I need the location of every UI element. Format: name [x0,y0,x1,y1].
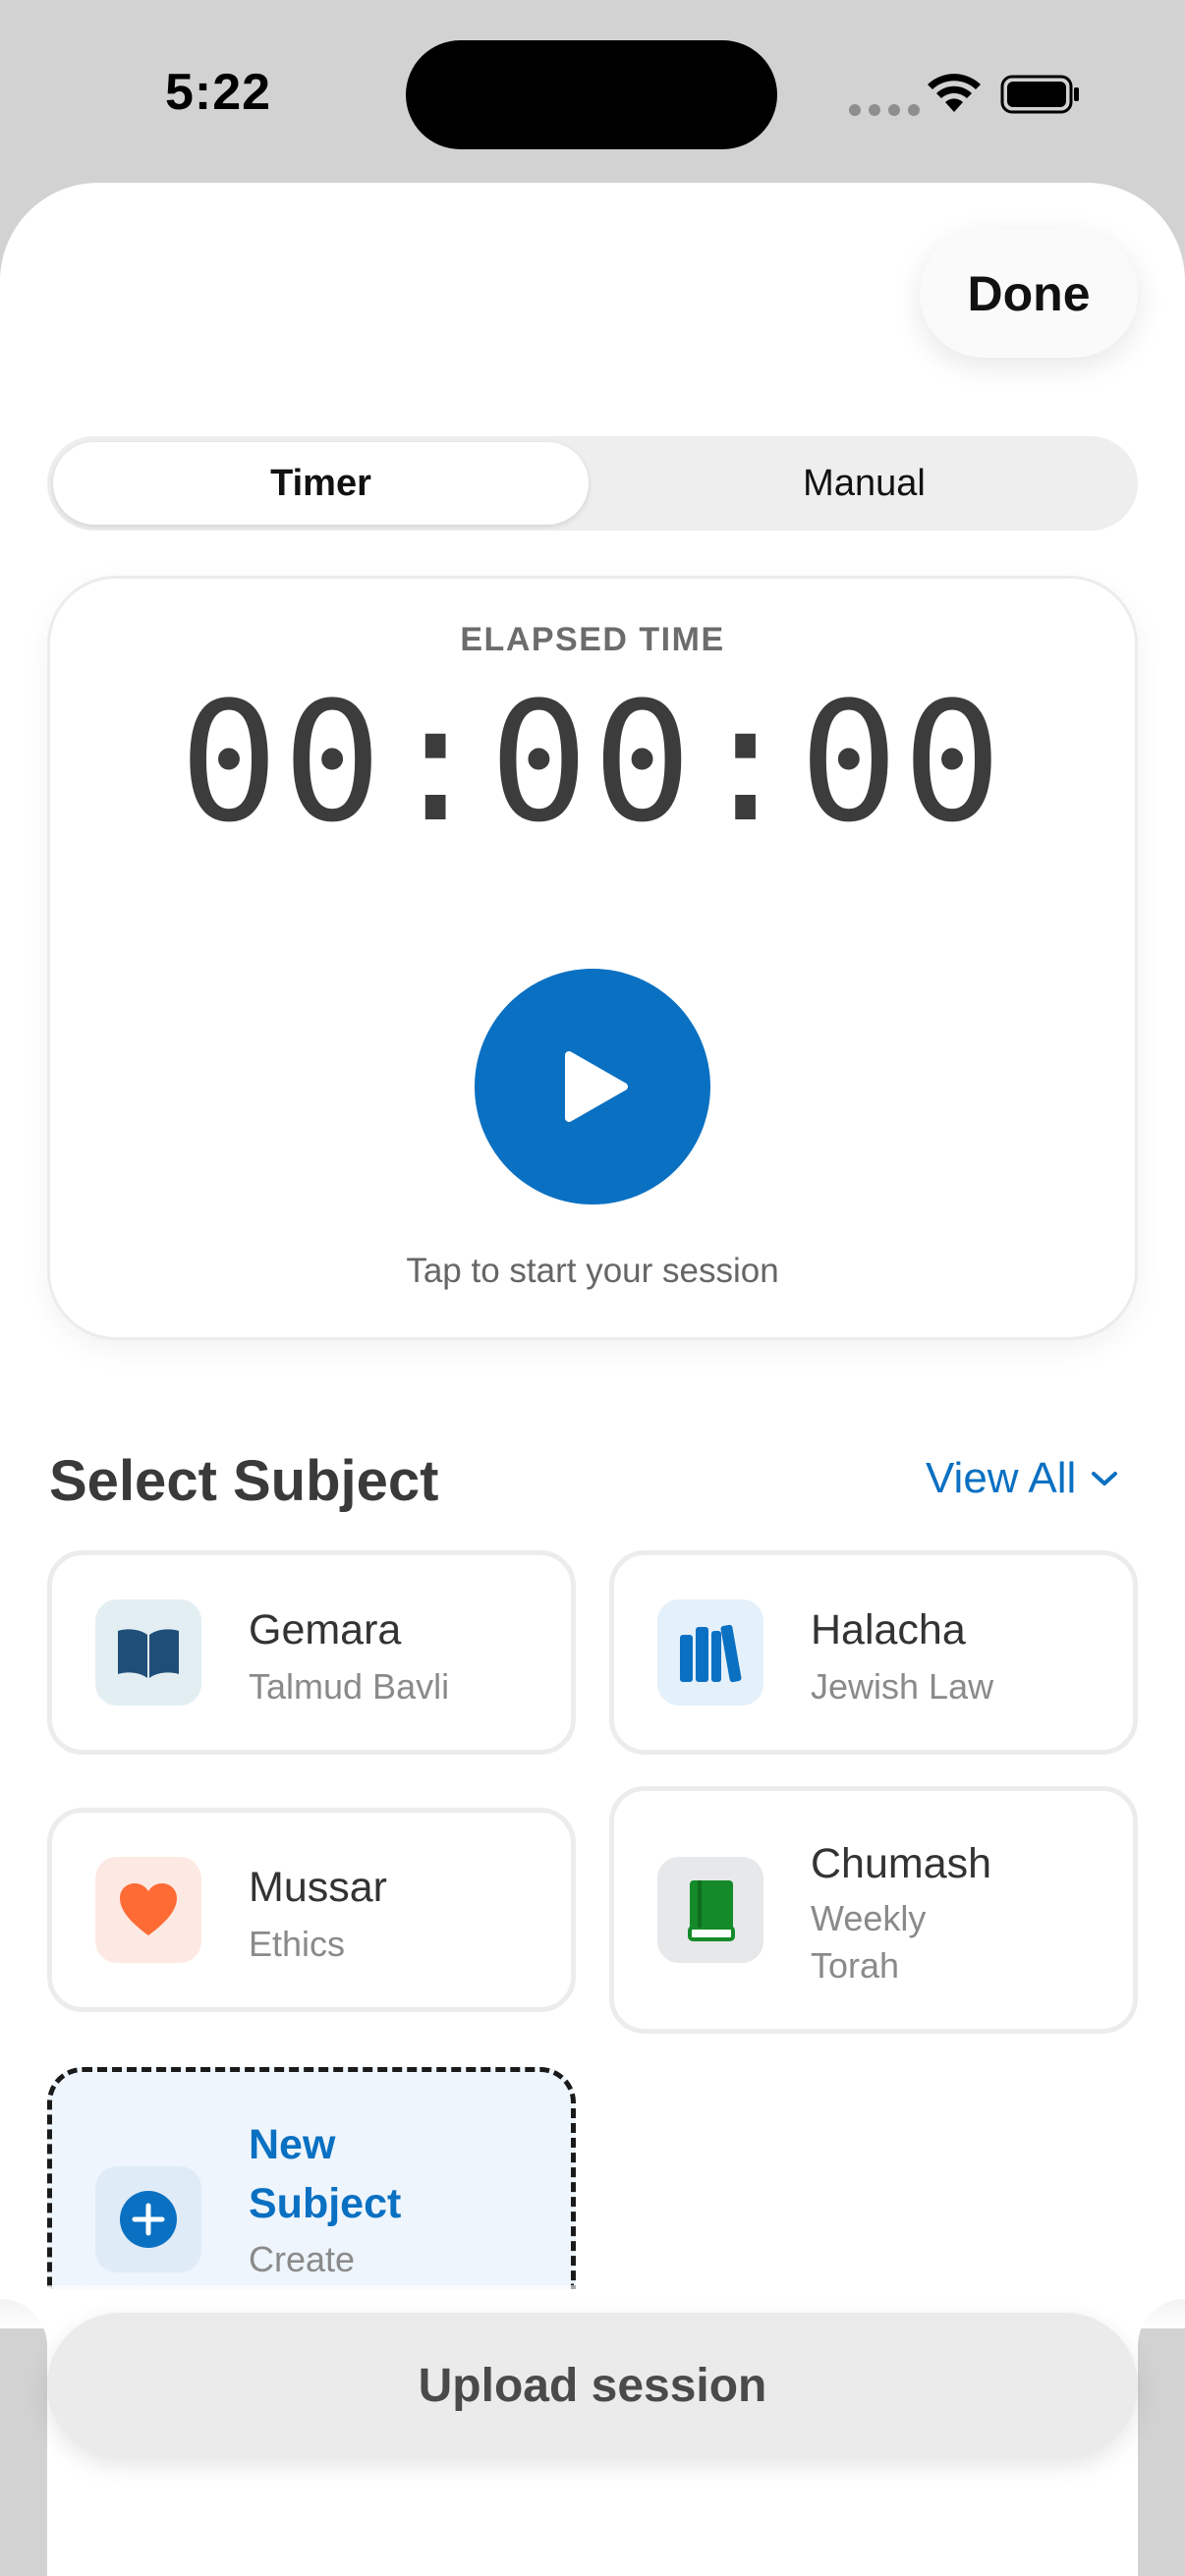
subject-card-mussar[interactable]: Mussar Ethics [47,1808,576,2012]
sheet-edge [1138,2299,1185,2576]
books-icon [657,1599,763,1706]
new-subject-title: Subject [249,2180,402,2227]
subject-title: Gemara [249,1606,402,1653]
green-book-icon [657,1857,763,1963]
tab-manual[interactable]: Manual [596,442,1132,525]
new-subject-subtitle: Create [249,2239,356,2279]
subject-title: Chumash [811,1840,992,1887]
subject-subtitle: Jewish Law [811,1666,994,1707]
subject-subtitle: Torah [811,1945,900,1986]
dynamic-island [406,40,777,149]
upload-session-button[interactable]: Upload session [47,2313,1138,2458]
elapsed-time-label: ELAPSED TIME [460,621,725,658]
heart-icon [95,1857,201,1963]
play-button[interactable] [475,969,710,1204]
subject-subtitle: Ethics [249,1924,346,1964]
wifi-icon [928,74,981,112]
timer-display: 00:00:00 [179,666,1006,859]
battery-icon [1000,75,1079,114]
sheet-edge [0,2299,47,2576]
subject-title: Mussar [249,1864,387,1911]
tab-timer[interactable]: Timer [53,442,589,525]
subject-title: Halacha [811,1606,966,1653]
new-subject-title: New [249,2121,336,2168]
subject-card-chumash[interactable]: Chumash Weekly Torah [609,1786,1138,2034]
view-all-button[interactable]: View All [926,1454,1119,1503]
subject-card-gemara[interactable]: Gemara Talmud Bavli [47,1550,576,1755]
new-subject-card[interactable]: New Subject Create [47,2067,576,2289]
subject-subtitle: Weekly [811,1898,927,1938]
done-button[interactable]: Done [920,230,1138,358]
mode-segmented-control: Timer Manual [47,436,1138,531]
subject-card-halacha[interactable]: Halacha Jewish Law [609,1550,1138,1755]
open-book-icon [95,1599,201,1706]
section-title: Select Subject [49,1449,439,1513]
chevron-down-icon [1092,1472,1118,1485]
plus-circle-icon [95,2166,201,2272]
status-time: 5:22 [165,64,272,121]
start-hint: Tap to start your session [406,1252,779,1290]
view-all-label: View All [926,1454,1077,1502]
cellular-signal-icon [849,104,920,116]
play-icon [565,1051,628,1122]
subject-subtitle: Talmud Bavli [249,1666,450,1707]
